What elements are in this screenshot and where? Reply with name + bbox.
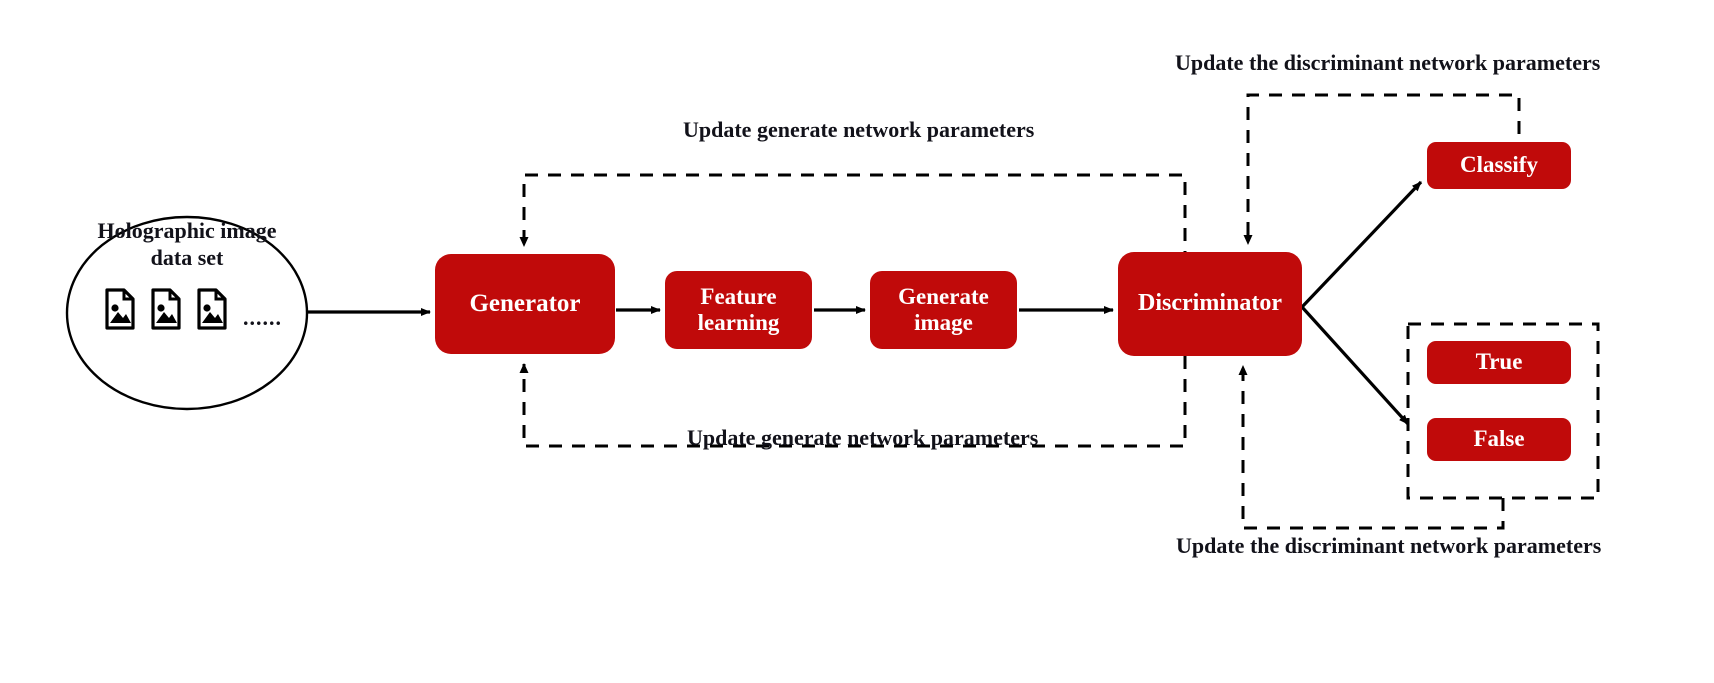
dataset-label-line2: data set xyxy=(150,244,224,270)
node-false[interactable]: False xyxy=(1427,418,1571,461)
dataset-ellipsis: ...... xyxy=(243,305,282,330)
node-classify-label: Classify xyxy=(1460,152,1538,178)
node-generator[interactable]: Generator xyxy=(435,254,615,354)
node-discriminator[interactable]: Discriminator xyxy=(1118,252,1302,356)
label-update-discriminant-top: Update the discriminant network paramete… xyxy=(1175,50,1601,75)
edge-discriminator-to-classify xyxy=(1300,180,1423,309)
node-false-label: False xyxy=(1473,426,1525,452)
node-generate-image-label: Generate image xyxy=(898,284,989,337)
node-true-label: True xyxy=(1475,349,1523,375)
label-update-generate-top: Update generate network parameters xyxy=(683,117,1035,142)
node-feature-learning-line2: learning xyxy=(697,310,780,335)
node-true[interactable]: True xyxy=(1427,341,1571,384)
image-file-icon xyxy=(151,288,181,335)
image-file-icon xyxy=(197,288,227,335)
node-generate-image-line2: image xyxy=(914,310,973,335)
dataset-label-line1: Holographic image xyxy=(97,218,277,243)
node-discriminator-label: Discriminator xyxy=(1138,290,1282,317)
edge-discriminator-to-truefalse xyxy=(1300,305,1410,426)
node-feature-learning-label: Feature learning xyxy=(698,284,780,337)
diagram-canvas: Holographic image data set ...... Genera… xyxy=(0,0,1714,683)
label-update-discriminant-bottom: Update the discriminant network paramete… xyxy=(1176,533,1602,558)
node-classify[interactable]: Classify xyxy=(1427,142,1571,189)
node-feature-learning[interactable]: Feature learning xyxy=(665,271,812,349)
node-generate-image[interactable]: Generate image xyxy=(870,271,1017,349)
dataset-label: Holographic image data set xyxy=(72,218,302,272)
node-generate-image-line1: Generate xyxy=(898,283,989,309)
dataset-icon-group: ...... xyxy=(105,288,282,335)
node-feature-learning-line1: Feature xyxy=(700,283,777,309)
label-update-generate-bottom: Update generate network parameters xyxy=(687,425,1039,450)
node-generator-label: Generator xyxy=(469,289,581,317)
image-file-icon xyxy=(105,288,135,335)
feedback-generate-top xyxy=(519,173,1187,310)
